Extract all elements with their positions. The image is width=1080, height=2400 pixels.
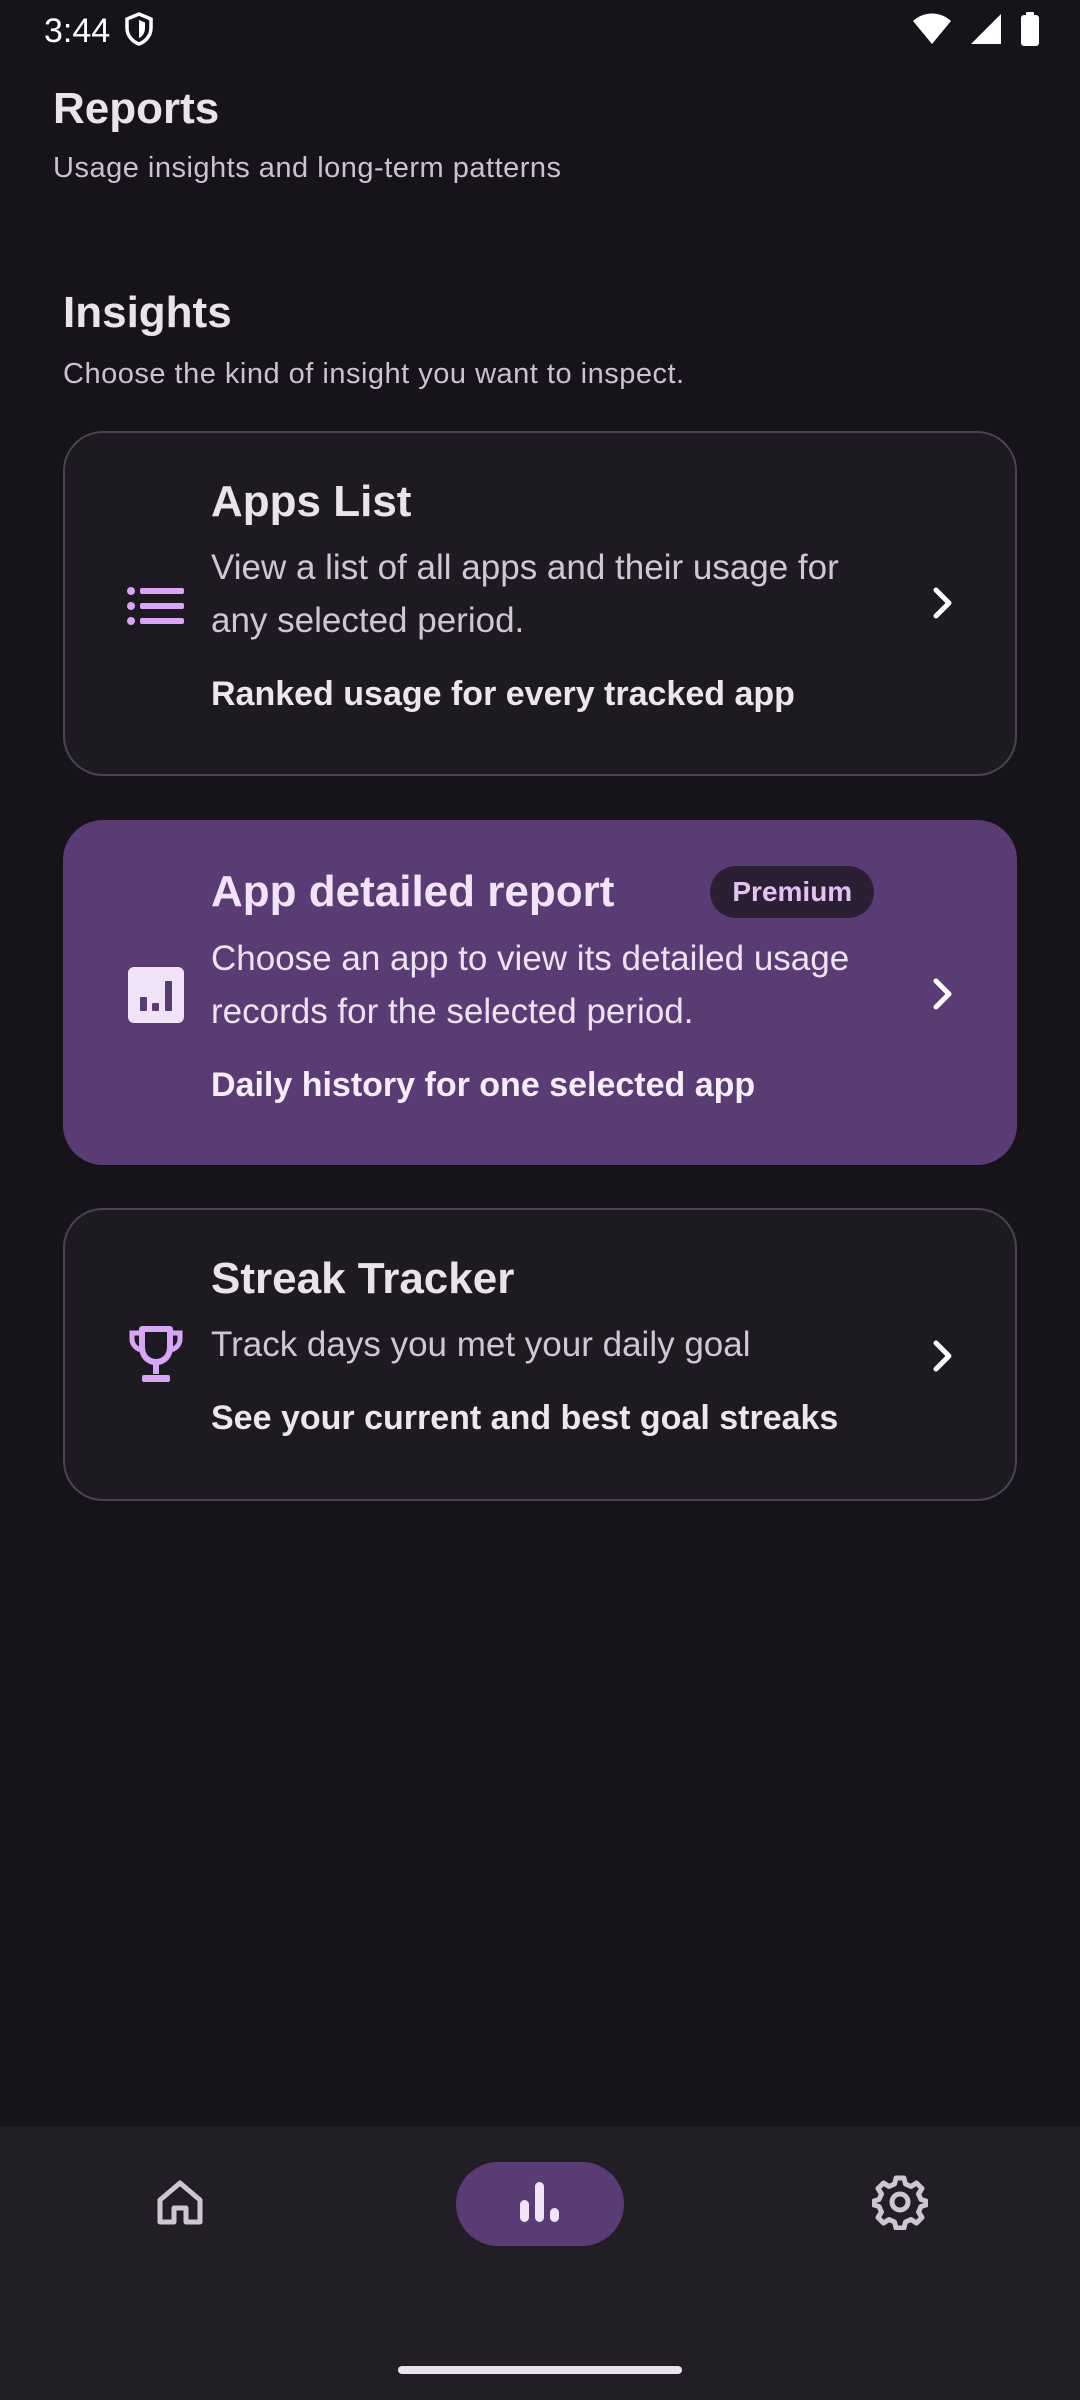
- streak-tracker-card[interactable]: Streak Tracker Track days you met your d…: [63, 1208, 1017, 1501]
- bottom-navigation: [0, 2126, 1080, 2400]
- shield-icon: [124, 11, 154, 51]
- insights-section-header: Insights Choose the kind of insight you …: [63, 288, 685, 391]
- premium-badge: Premium: [710, 866, 875, 918]
- status-bar: 3:44: [0, 0, 1080, 62]
- card-title: Apps List: [211, 477, 412, 526]
- card-note: Daily history for one selected app: [211, 1066, 756, 1104]
- list-icon: [113, 563, 199, 649]
- page-subtitle: Usage insights and long-term patterns: [53, 152, 562, 184]
- signal-icon: [970, 13, 1002, 50]
- apps-list-card[interactable]: Apps List View a list of all apps and th…: [63, 431, 1017, 776]
- chevron-right-icon: [923, 974, 963, 1014]
- insights-title: Insights: [63, 288, 232, 337]
- settings-icon: [871, 2174, 929, 2235]
- card-title: App detailed report: [211, 867, 615, 916]
- card-title: Streak Tracker: [211, 1254, 515, 1303]
- bar-chart-icon: [113, 952, 199, 1038]
- card-description: Choose an app to view its detailed usage…: [211, 939, 850, 1031]
- card-description: View a list of all apps and their usage …: [211, 548, 839, 640]
- chevron-right-icon: [923, 1336, 963, 1376]
- nav-settings[interactable]: [816, 2162, 984, 2246]
- wifi-icon: [912, 13, 952, 50]
- card-note: See your current and best goal streaks: [211, 1399, 839, 1437]
- trophy-icon: [113, 1312, 199, 1398]
- battery-icon: [1020, 11, 1040, 51]
- status-time: 3:44: [44, 11, 111, 50]
- home-indicator[interactable]: [398, 2366, 682, 2374]
- app-detailed-report-card[interactable]: App detailed report Premium Choose an ap…: [63, 820, 1017, 1165]
- page-header: Reports Usage insights and long-term pat…: [53, 84, 562, 185]
- nav-reports[interactable]: [456, 2162, 624, 2246]
- reports-icon: [518, 2180, 562, 2229]
- page-title: Reports: [53, 84, 220, 133]
- nav-home[interactable]: [96, 2162, 264, 2246]
- chevron-right-icon: [923, 583, 963, 623]
- insights-subtitle: Choose the kind of insight you want to i…: [63, 358, 685, 390]
- home-icon: [154, 2176, 206, 2233]
- card-description: Track days you met your daily goal: [211, 1325, 751, 1364]
- card-note: Ranked usage for every tracked app: [211, 675, 795, 713]
